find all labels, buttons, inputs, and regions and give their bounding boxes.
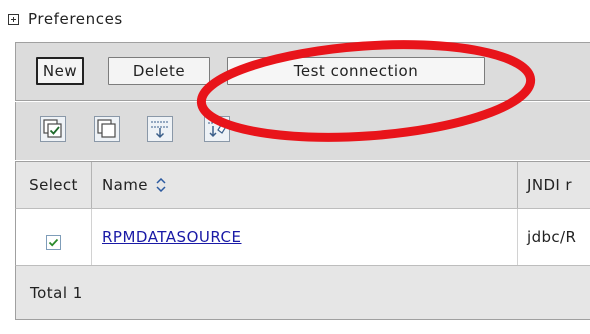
table-header: Select Name JNDI r [15,161,590,208]
select-all-icon[interactable] [40,116,66,142]
datasource-link[interactable]: RPMDATASOURCE [102,228,242,246]
button-bar: New Delete Test connection [15,42,590,101]
clear-filter-icon[interactable] [204,116,230,142]
column-header-jndi: JNDI r [527,176,572,194]
show-filter-icon[interactable] [147,116,173,142]
row-checkbox[interactable] [46,234,61,250]
preferences-label: Preferences [28,10,123,28]
test-connection-button[interactable]: Test connection [227,57,485,85]
sort-icon[interactable] [156,177,166,193]
table-toolbar [15,102,590,160]
column-header-select: Select [16,162,92,208]
row-select-cell [16,209,92,265]
row-name-cell: RPMDATASOURCE [92,209,518,265]
column-header-name[interactable]: Name [92,162,518,208]
delete-button[interactable]: Delete [108,57,210,85]
new-button[interactable]: New [36,57,84,85]
deselect-all-icon[interactable] [94,116,120,142]
column-header-name-label: Name [102,176,148,194]
table-row: RPMDATASOURCE jdbc/R [15,208,590,265]
row-jndi-cell: jdbc/R [527,228,577,246]
preferences-toggle[interactable]: Preferences [8,8,123,30]
expand-plus-icon[interactable] [8,13,19,25]
table-total: Total 1 [15,265,590,320]
